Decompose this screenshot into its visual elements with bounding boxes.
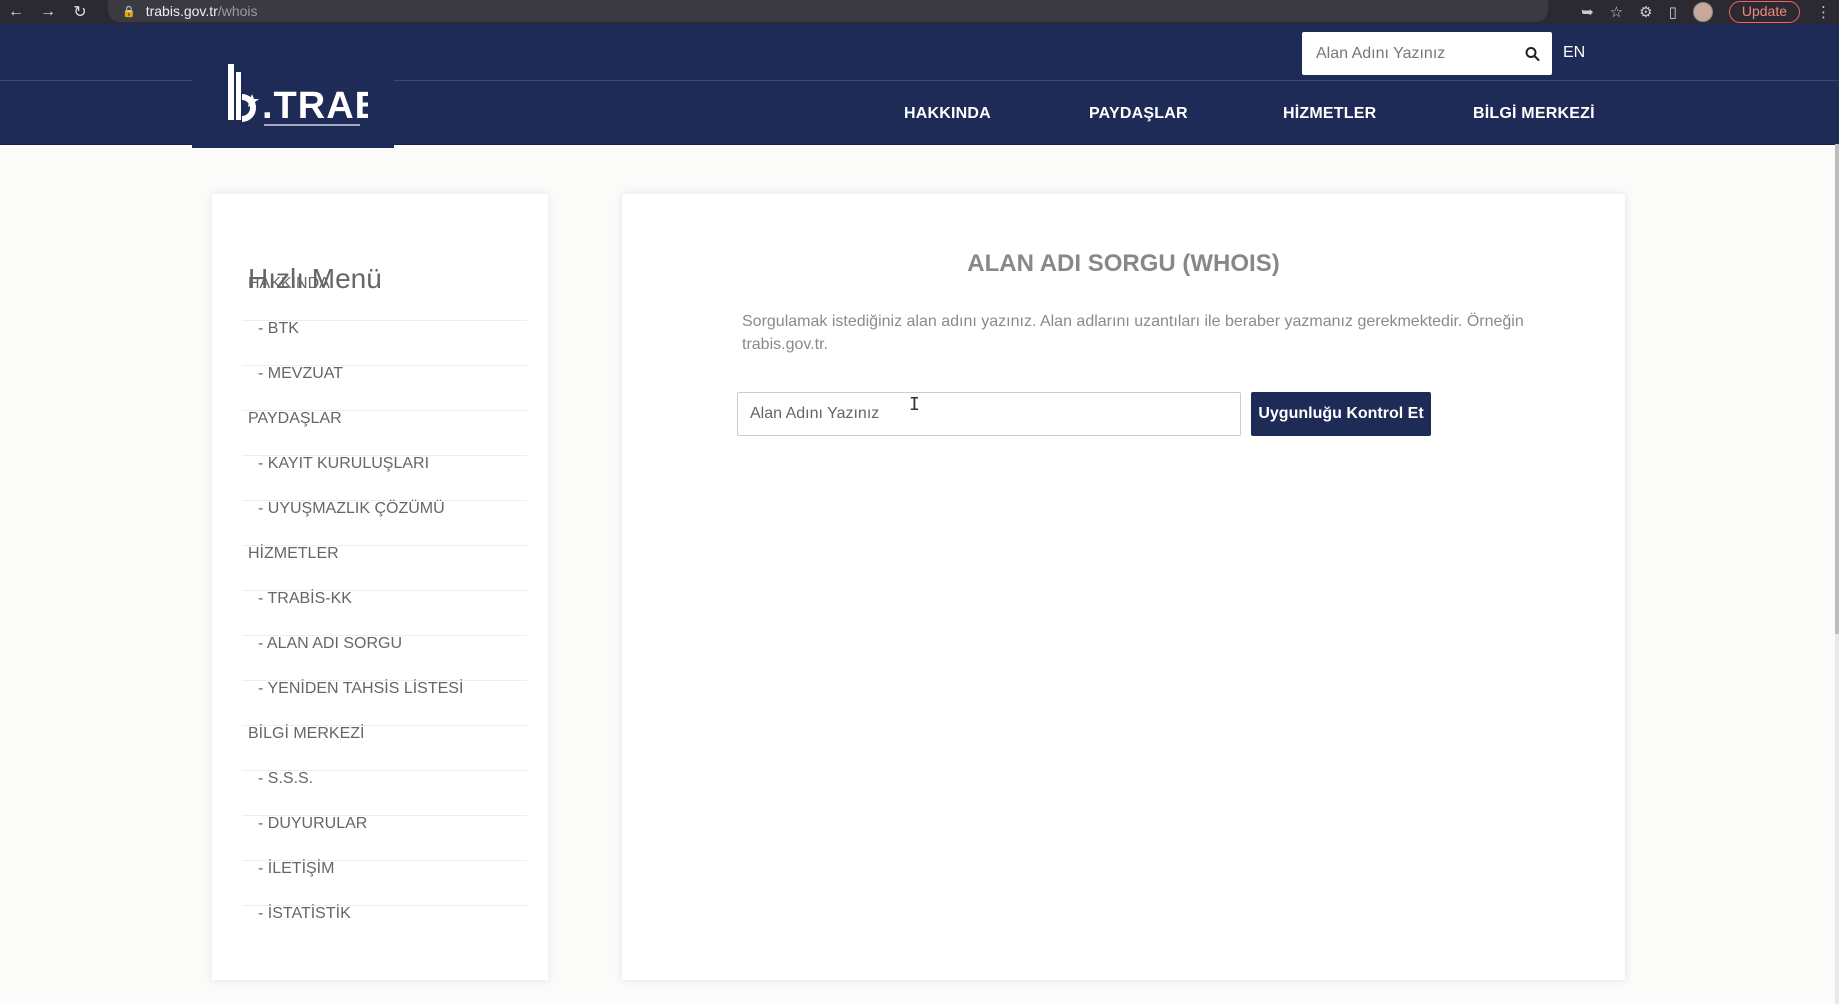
update-button[interactable]: Update [1728,1,1800,23]
site-header: .TRABIS EN HAKKINDA PAYDAŞLAR HİZMETLER … [0,24,1839,148]
quick-menu: Hızlı Menü HAKKINDA - BTK - MEVZUAT PAYD… [212,194,548,980]
quick-menu-item[interactable]: - TRABİS-KK [242,591,527,636]
quick-menu-link[interactable]: - UYUŞMAZLIK ÇÖZÜMÜ [258,501,445,517]
quick-menu-link[interactable]: - DUYURULAR [258,816,367,832]
quick-menu-item[interactable]: - İSTATİSTİK [242,906,527,951]
whois-card: ALAN ADI SORGU (WHOIS) Sorgulamak istedi… [622,194,1625,980]
lock-icon: 🔒 [122,5,136,18]
quick-menu-link[interactable]: PAYDAŞLAR [248,411,342,427]
menu-kebab-icon[interactable]: ⋮ [1816,3,1831,21]
quick-menu-item[interactable]: - DUYURULAR [242,816,527,861]
text-cursor-icon: I [909,394,920,415]
quick-menu-link[interactable]: BİLGİ MERKEZİ [248,726,364,742]
nav-paydaslar[interactable]: PAYDAŞLAR [1089,105,1188,123]
quick-menu-list: HAKKINDA - BTK - MEVZUAT PAYDAŞLAR - KAY… [242,276,527,951]
forward-icon[interactable]: → [32,3,64,21]
whois-description: Sorgulamak istediğiniz alan adını yazını… [742,313,1524,353]
quick-menu-link[interactable]: HİZMETLER [248,546,339,562]
quick-menu-link[interactable]: - YENİDEN TAHSİS LİSTESİ [258,681,463,697]
nav-hakkinda[interactable]: HAKKINDA [904,105,991,123]
quick-menu-link[interactable]: - MEVZUAT [258,366,343,382]
header-search-input[interactable] [1314,43,1525,64]
quick-menu-link[interactable]: - ALAN ADI SORGU [258,636,402,652]
domain-search-input[interactable] [737,392,1241,436]
trabis-logo[interactable]: .TRABIS [192,48,394,148]
quick-menu-link[interactable]: - KAYIT KURULUŞLARI [258,456,429,472]
sidepanel-icon[interactable]: ▯ [1669,3,1677,21]
header-search [1302,32,1552,75]
nav-bilgi-merkezi[interactable]: BİLGİ MERKEZİ [1473,105,1595,123]
quick-menu-item[interactable]: HAKKINDA [242,276,527,321]
quick-menu-item[interactable]: - UYUŞMAZLIK ÇÖZÜMÜ [242,501,527,546]
quick-menu-link[interactable]: - TRABİS-KK [258,591,352,607]
url-path: /whois [217,3,258,19]
quick-menu-link[interactable]: - İSTATİSTİK [258,906,351,922]
language-switch-en[interactable]: EN [1563,44,1585,62]
search-icon[interactable] [1525,44,1540,64]
reload-icon[interactable]: ↻ [64,2,96,22]
check-availability-button[interactable]: Uygunluğu Kontrol Et [1251,392,1431,436]
browser-actions: ➥ ☆ ⚙ ▯ Update ⋮ [1581,0,1839,24]
address-bar[interactable]: 🔒 trabis.gov.tr/whois [108,0,1548,22]
url-host: trabis.gov.tr [145,3,218,19]
extensions-icon[interactable]: ⚙ [1639,3,1652,21]
quick-menu-item[interactable]: BİLGİ MERKEZİ [242,726,527,771]
quick-menu-item[interactable]: - BTK [242,321,527,366]
share-icon[interactable]: ➥ [1581,3,1594,21]
quick-menu-item[interactable]: - S.S.S. [242,771,527,816]
quick-menu-item[interactable]: - İLETİŞİM [242,861,527,906]
browser-toolbar: ← → ↻ 🔒 trabis.gov.tr/whois ➥ ☆ ⚙ ▯ Upda… [0,0,1839,24]
quick-menu-item[interactable]: - KAYIT KURULUŞLARI [242,456,527,501]
quick-menu-item[interactable]: PAYDAŞLAR [242,411,527,456]
quick-menu-link[interactable]: - BTK [258,321,299,337]
quick-menu-item[interactable]: - YENİDEN TAHSİS LİSTESİ [242,681,527,726]
bookmark-star-icon[interactable]: ☆ [1610,3,1623,21]
quick-menu-item[interactable]: HİZMETLER [242,546,527,591]
svg-text:.TRABIS: .TRABIS [262,85,368,127]
quick-menu-link[interactable]: - İLETİŞİM [258,861,334,877]
quick-menu-link[interactable]: - S.S.S. [258,771,313,787]
profile-avatar[interactable] [1692,2,1713,22]
page-title: ALAN ADI SORGU (WHOIS) [967,250,1280,277]
quick-menu-link[interactable]: HAKKINDA [248,276,330,292]
nav-hizmetler[interactable]: HİZMETLER [1283,105,1376,123]
back-icon[interactable]: ← [0,3,32,21]
quick-menu-item[interactable]: - MEVZUAT [242,366,527,411]
quick-menu-item[interactable]: - ALAN ADI SORGU [242,636,527,681]
trabis-logo-icon: .TRABIS [228,64,368,127]
page-scrollbar-thumb[interactable] [1835,144,1839,634]
